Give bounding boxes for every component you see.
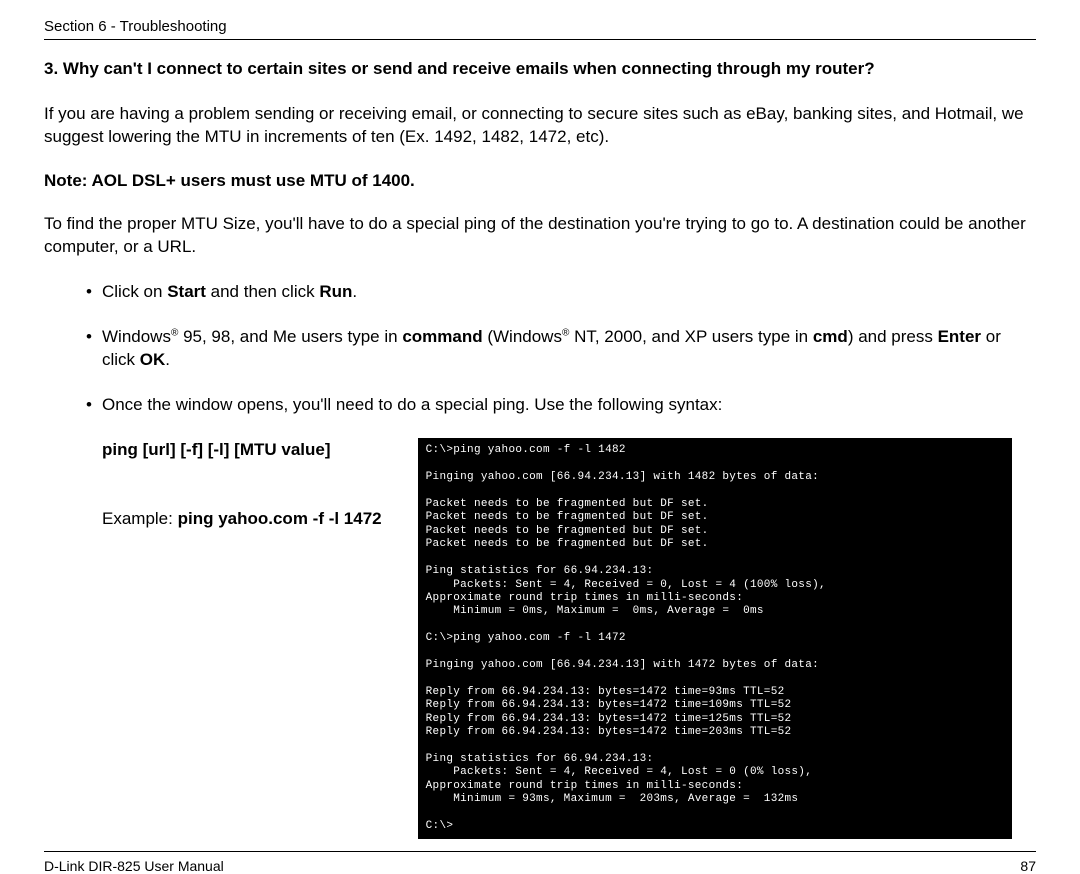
b2-text-a: Windows <box>102 327 171 346</box>
bullet-list: Click on Start and then click Run. Windo… <box>44 281 1036 417</box>
b1-run: Run <box>319 282 352 301</box>
ping-syntax: ping [url] [-f] [-l] [MTU value] <box>102 440 382 460</box>
ping-example: Example: ping yahoo.com -f -l 1472 <box>102 508 382 531</box>
b1-start: Start <box>167 282 206 301</box>
footer-page-number: 87 <box>1020 858 1036 874</box>
example-command: ping yahoo.com -f -l 1472 <box>178 509 382 528</box>
bullet-3: Once the window opens, you'll need to do… <box>102 394 1036 417</box>
bullet-1: Click on Start and then click Run. <box>102 281 1036 304</box>
b2-ok: OK <box>140 350 166 369</box>
b1-text-e: . <box>352 282 357 301</box>
b2-text-d: (Windows <box>483 327 562 346</box>
b2-text-e: NT, 2000, and XP users type in <box>569 327 813 346</box>
paragraph-2: To find the proper MTU Size, you'll have… <box>44 213 1036 259</box>
b1-text-a: Click on <box>102 282 167 301</box>
bullet-2: Windows® 95, 98, and Me users type in co… <box>102 326 1036 372</box>
faq-question: 3. Why can't I connect to certain sites … <box>44 58 1036 81</box>
note-aol: Note: AOL DSL+ users must use MTU of 140… <box>44 171 1036 191</box>
paragraph-1: If you are having a problem sending or r… <box>44 103 1036 149</box>
b1-text-c: and then click <box>206 282 319 301</box>
b2-enter: Enter <box>938 327 981 346</box>
header-rule <box>44 39 1036 40</box>
b2-text-b: 95, 98, and Me users type in <box>178 327 402 346</box>
b2-cmd: cmd <box>813 327 848 346</box>
b2-command: command <box>402 327 482 346</box>
footer-manual-title: D-Link DIR-825 User Manual <box>44 858 224 874</box>
example-label: Example: <box>102 509 178 528</box>
section-header: Section 6 - Troubleshooting <box>44 18 1036 35</box>
b2-text-k: . <box>165 350 170 369</box>
b2-text-g: ) and press <box>848 327 938 346</box>
terminal-output: C:\>ping yahoo.com -f -l 1482 Pinging ya… <box>418 438 1012 839</box>
footer-rule <box>44 851 1036 852</box>
